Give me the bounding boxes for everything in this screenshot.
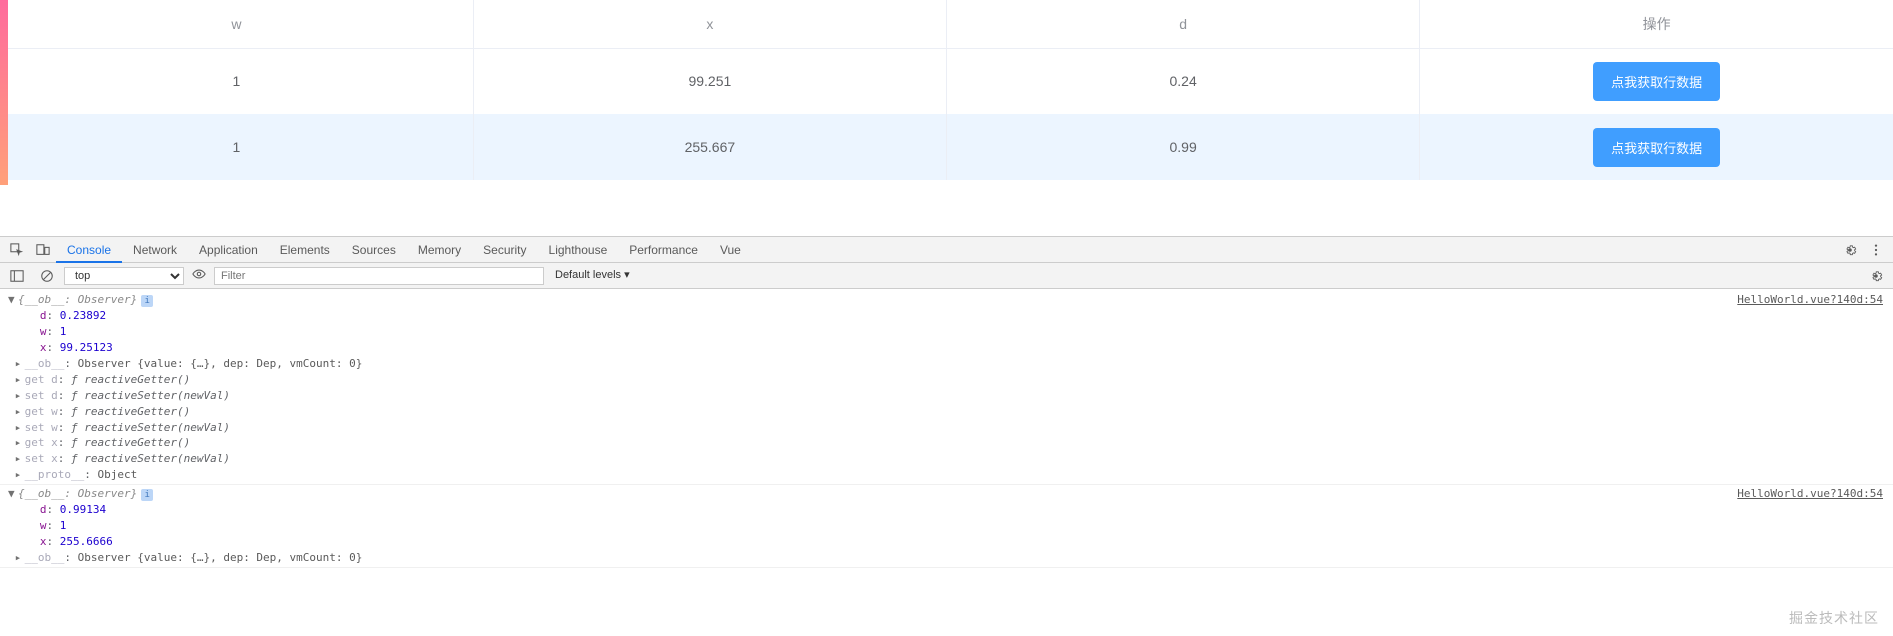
tab-elements[interactable]: Elements [269,237,341,263]
object-header[interactable]: ▼{__ob__: Observer}i [0,486,1893,502]
object-property[interactable]: ▸set x: ƒ reactiveSetter(newVal) [0,451,1893,467]
table-container: w x d 操作 1 99.251 0.24 点我获取行数据 1 255.667… [0,0,1893,180]
console-toolbar: top Default levels ▾ [0,263,1893,289]
watermark-text: 掘金技术社区 [1789,608,1879,628]
context-select[interactable]: top [64,267,184,285]
console-settings-icon[interactable] [1863,263,1889,289]
settings-icon[interactable] [1837,237,1863,263]
live-expression-icon[interactable] [188,267,210,284]
tab-lighthouse[interactable]: Lighthouse [538,237,619,263]
object-property[interactable]: w: 1 [0,324,1893,340]
object-property[interactable]: ▸get x: ƒ reactiveGetter() [0,435,1893,451]
object-header[interactable]: ▼{__ob__: Observer}i [0,292,1893,308]
cell-action: 点我获取行数据 [1420,114,1893,180]
more-icon[interactable] [1863,237,1889,263]
tab-sources[interactable]: Sources [341,237,407,263]
tab-memory[interactable]: Memory [407,237,472,263]
object-property[interactable]: x: 99.25123 [0,340,1893,356]
cell-w: 1 [0,48,473,114]
inspect-element-icon[interactable] [4,237,30,263]
cell-d: 0.99 [947,114,1420,180]
object-property[interactable]: d: 0.99134 [0,502,1893,518]
object-property[interactable]: ▸get w: ƒ reactiveGetter() [0,404,1893,420]
console-log-entry: HelloWorld.vue?140d:54 ▼{__ob__: Observe… [0,291,1893,485]
object-property[interactable]: ▸set w: ƒ reactiveSetter(newVal) [0,420,1893,436]
tab-network[interactable]: Network [122,237,188,263]
cell-x: 255.667 [473,114,946,180]
object-property[interactable]: ▸__proto__: Object [0,467,1893,483]
table-row: 1 99.251 0.24 点我获取行数据 [0,48,1893,114]
clear-console-icon[interactable] [34,263,60,289]
log-levels-select[interactable]: Default levels ▾ [548,267,637,285]
cell-w: 1 [0,114,473,180]
col-header-x: x [473,0,946,48]
object-property[interactable]: ▸set d: ƒ reactiveSetter(newVal) [0,388,1893,404]
console-sidebar-toggle-icon[interactable] [4,263,30,289]
devtools-tab-bar: Console Network Application Elements Sou… [0,237,1893,263]
cell-d: 0.24 [947,48,1420,114]
info-badge-icon[interactable]: i [141,295,153,307]
gradient-decoration [0,0,8,185]
tab-vue[interactable]: Vue [709,237,752,263]
col-header-d: d [947,0,1420,48]
object-property[interactable]: ▸get d: ƒ reactiveGetter() [0,372,1893,388]
data-table: w x d 操作 1 99.251 0.24 点我获取行数据 1 255.667… [0,0,1893,180]
cell-action: 点我获取行数据 [1420,48,1893,114]
col-header-w: w [0,0,473,48]
cell-x: 99.251 [473,48,946,114]
console-output: HelloWorld.vue?140d:54 ▼{__ob__: Observe… [0,289,1893,570]
table-header-row: w x d 操作 [0,0,1893,48]
object-property[interactable]: x: 255.6666 [0,534,1893,550]
object-property[interactable]: ▸__ob__: Observer {value: {…}, dep: Dep,… [0,356,1893,372]
get-row-data-button[interactable]: 点我获取行数据 [1593,62,1720,101]
col-header-action: 操作 [1420,0,1893,48]
get-row-data-button[interactable]: 点我获取行数据 [1593,128,1720,167]
filter-input[interactable] [214,267,544,285]
tab-security[interactable]: Security [472,237,537,263]
tab-performance[interactable]: Performance [618,237,709,263]
tab-console[interactable]: Console [56,237,122,263]
table-row: 1 255.667 0.99 点我获取行数据 [0,114,1893,180]
info-badge-icon[interactable]: i [141,489,153,501]
devtools-panel: Console Network Application Elements Sou… [0,236,1893,570]
object-property[interactable]: d: 0.23892 [0,308,1893,324]
object-property[interactable]: ▸__ob__: Observer {value: {…}, dep: Dep,… [0,550,1893,566]
tab-application[interactable]: Application [188,237,269,263]
device-toolbar-icon[interactable] [30,237,56,263]
console-log-entry: HelloWorld.vue?140d:54 ▼{__ob__: Observe… [0,485,1893,568]
object-property[interactable]: w: 1 [0,518,1893,534]
